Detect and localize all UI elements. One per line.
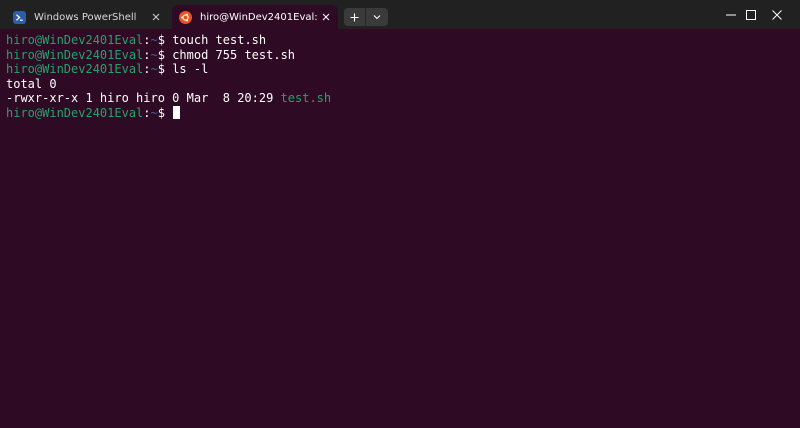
tab-ubuntu[interactable]: hiro@WinDev2401Eval: ~ xyxy=(172,5,338,29)
prompt-symbol: $ xyxy=(157,105,173,120)
tab-windows-powershell[interactable]: Windows PowerShell xyxy=(6,5,168,29)
prompt-separator: : xyxy=(143,105,151,120)
terminal-line: -rwxr-xr-x 1 hiro hiro 0 Mar 8 20:29 tes… xyxy=(6,91,800,106)
prompt-user: hiro@WinDev2401Eval xyxy=(6,33,144,47)
prompt-separator: : xyxy=(143,47,151,62)
powershell-icon xyxy=(13,10,26,24)
tab-dropdown-button[interactable] xyxy=(366,8,388,26)
prompt-symbol: $ xyxy=(157,62,173,76)
new-tab-group xyxy=(344,8,388,26)
plus-icon xyxy=(350,13,359,21)
command-text: touch test.sh xyxy=(172,33,267,47)
prompt-symbol: $ xyxy=(157,47,173,62)
prompt-user: hiro@WinDev2401Eval xyxy=(6,47,144,62)
prompt-user: hiro@WinDev2401Eval xyxy=(6,105,144,120)
prompt-path: ~ xyxy=(150,62,158,76)
close-icon[interactable] xyxy=(148,9,164,25)
output-text: total 0 xyxy=(6,76,57,91)
executable-file-name: test.sh xyxy=(280,91,332,105)
terminal-line: hiro@WinDev2401Eval:~$ xyxy=(6,105,800,121)
terminal-line: hiro@WinDev2401Eval:~$ chmod 755 test.sh xyxy=(6,48,800,63)
close-icon[interactable] xyxy=(318,9,334,25)
command-text: ls -l xyxy=(172,62,209,76)
terminal-line: total 0 xyxy=(6,77,800,92)
prompt-user: hiro@WinDev2401Eval xyxy=(6,62,144,76)
window-close-button[interactable] xyxy=(754,0,800,29)
text-cursor xyxy=(173,105,181,119)
tab-label: Windows PowerShell xyxy=(34,11,137,23)
prompt-path: ~ xyxy=(150,47,158,62)
ubuntu-icon xyxy=(179,10,192,24)
prompt-path: ~ xyxy=(150,33,158,47)
prompt-separator: : xyxy=(143,62,151,76)
prompt-symbol: $ xyxy=(157,33,173,47)
terminal-line: hiro@WinDev2401Eval:~$ ls -l xyxy=(6,62,800,77)
command-text: chmod 755 test.sh xyxy=(172,47,296,62)
output-text: -rwxr-xr-x 1 hiro hiro 0 Mar 8 20:29 xyxy=(6,91,281,105)
prompt-path: ~ xyxy=(150,105,158,120)
close-icon xyxy=(772,9,782,20)
title-bar: Windows PowerShell hiro@WinDev2401Eval: … xyxy=(0,0,800,29)
terminal-output[interactable]: hiro@WinDev2401Eval:~$ touch test.sh hir… xyxy=(0,29,800,428)
prompt-separator: : xyxy=(143,33,151,47)
terminal-line: hiro@WinDev2401Eval:~$ touch test.sh xyxy=(6,33,800,48)
chevron-down-icon xyxy=(373,15,381,20)
new-tab-button[interactable] xyxy=(344,8,366,26)
tab-label: hiro@WinDev2401Eval: ~ xyxy=(200,11,318,23)
